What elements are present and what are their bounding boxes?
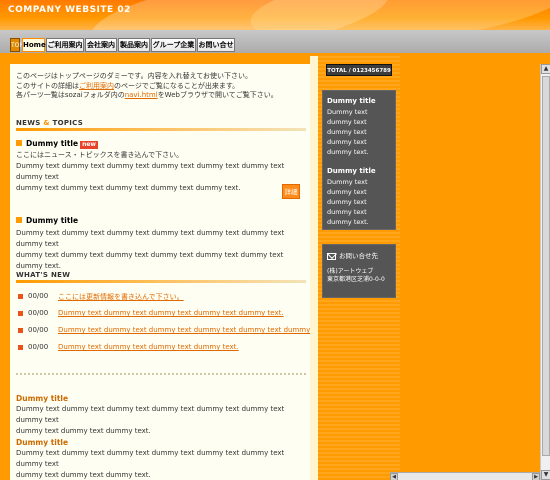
- news-link[interactable]: Dummy text dummy text dummy text dummy t…: [58, 343, 239, 351]
- dotted-divider: [16, 373, 306, 375]
- intro-line-2-post: のページでご覧になることが出来ます。: [114, 81, 240, 90]
- vertical-scrollbar[interactable]: ▲ ▼: [540, 64, 550, 480]
- new-badge: new: [80, 141, 98, 149]
- topic-1-title-text: Dummy title: [26, 139, 79, 148]
- news-date: 00/00: [28, 343, 49, 351]
- topic-2-title: Dummy title: [16, 216, 78, 225]
- contact-panel[interactable]: お問い合せ先 (株)アートウェブ 東京都港区芝浦0-0-0: [322, 244, 396, 298]
- whats-new-heading: WHAT'S NEW: [16, 271, 306, 283]
- news-row: 00/00 Dummy text dummy text dummy text d…: [16, 326, 329, 338]
- tab-company[interactable]: 会社案内: [85, 38, 117, 52]
- topic-2-line-2: dummy text dummy text dummy text dummy t…: [16, 251, 284, 270]
- header-swoosh-2: [247, 0, 550, 30]
- main-content: このページはトップページのダミーです。内容を入れ替えてお使い下さい。 このサイト…: [10, 64, 329, 480]
- news-topics-heading: NEWS & TOPICS: [16, 119, 306, 131]
- whats-new-heading-text: WHAT'S NEW: [16, 271, 71, 279]
- news-row: 00/00 ここには更新情報を書き込んで下さい。: [16, 292, 306, 304]
- scroll-down-arrow-icon[interactable]: ▼: [541, 470, 550, 480]
- bullet-icon: [18, 294, 23, 299]
- mail-icon: [327, 252, 336, 260]
- bottom-block-2-line-1: Dummy text dummy text dummy text dummy t…: [16, 449, 285, 468]
- scroll-left-arrow-icon[interactable]: ◀: [390, 473, 398, 480]
- news-date: 00/00: [28, 326, 49, 334]
- news-link[interactable]: Dummy text dummy text dummy text dummy t…: [58, 326, 329, 334]
- sidebar-title-1: Dummy title: [327, 97, 376, 105]
- bottom-block-1-line-2: dummy text dummy text dummy text.: [16, 427, 151, 435]
- content-right-strip: [310, 56, 318, 480]
- sidebar-text-1: Dummy text dummy text dummy text dummy t…: [327, 108, 369, 156]
- intro-text: このページはトップページのダミーです。内容を入れ替えてお使い下さい。 このサイト…: [16, 72, 306, 101]
- guide-link[interactable]: ご利用案内: [79, 82, 114, 90]
- bottom-block-1-title: Dummy title: [16, 394, 69, 403]
- square-bullet-icon: [16, 140, 22, 146]
- news-row: 00/00 Dummy text dummy text dummy text d…: [16, 309, 306, 321]
- topic-2-line-1: Dummy text dummy text dummy text dummy t…: [16, 229, 285, 248]
- square-bullet-icon: [16, 217, 22, 223]
- site-header: COMPANY WEBSITE 02: [0, 0, 550, 30]
- bullet-icon: [18, 328, 23, 333]
- bottom-block-1-line-1: Dummy text dummy text dummy text dummy t…: [16, 405, 285, 424]
- bottom-block-2-title: Dummy title: [16, 438, 69, 447]
- heading-bar: [16, 280, 306, 283]
- news-date: 00/00: [28, 309, 49, 317]
- news-date: 00/00: [28, 292, 49, 300]
- heading-news: NEWS: [16, 119, 41, 127]
- intro-line-3-post: をWebブラウザで開いてご覧下さい。: [157, 91, 278, 99]
- topic-1-line-1: ここにはニュース・トピックスを書き込んで下さい。: [16, 151, 184, 159]
- sidebar-text-2: Dummy text dummy text dummy text dummy t…: [327, 178, 369, 226]
- tab-home[interactable]: Home: [22, 38, 46, 52]
- tab-group[interactable]: グループ企業: [151, 38, 196, 52]
- horizontal-scrollbar[interactable]: ◀ ▶: [390, 472, 540, 480]
- news-link[interactable]: Dummy text dummy text dummy text dummy t…: [58, 309, 284, 317]
- topic-1-body: ここにはニュース・トピックスを書き込んで下さい。 Dummy text dumm…: [16, 150, 306, 194]
- sidebar-panel: Dummy title Dummy text dummy text dummy …: [322, 90, 396, 230]
- heading-amp: &: [43, 119, 50, 127]
- news-link[interactable]: ここには更新情報を書き込んで下さい。: [58, 292, 184, 302]
- intro-line-2-pre: このサイトの詳細は: [16, 81, 79, 90]
- contact-heading: お問い合せ先: [327, 250, 391, 260]
- topic-2-body: Dummy text dummy text dummy text dummy t…: [16, 228, 306, 272]
- visitor-counter: TOTAL / 0123456789: [326, 64, 392, 76]
- tab-products[interactable]: 製品案内: [118, 38, 150, 52]
- contact-heading-text: お問い合せ先: [339, 252, 378, 260]
- background-area: [400, 56, 540, 480]
- navi-link[interactable]: navi.html: [125, 91, 158, 99]
- news-row: 00/00 Dummy text dummy text dummy text d…: [16, 343, 306, 355]
- intro-line-3-pre: 各パーツ一覧はsozaiフォルダ内の: [16, 91, 125, 99]
- scroll-right-arrow-icon[interactable]: ▶: [532, 473, 540, 480]
- bottom-block-2-line-2: dummy text dummy text dummy text.: [16, 471, 151, 479]
- intro-line-2: このサイトの詳細はご利用案内のページでご覧になることが出来ます。: [16, 82, 306, 92]
- topic-1-line-2: Dummy text dummy text dummy text dummy t…: [16, 162, 285, 181]
- scroll-up-arrow-icon[interactable]: ▲: [541, 64, 550, 74]
- heading-topics: TOPICS: [52, 119, 84, 127]
- heading-bar: [16, 128, 306, 131]
- bullet-icon: [18, 311, 23, 316]
- detail-button[interactable]: 詳細: [282, 184, 300, 199]
- topic-1-line-3: dummy text dummy text dummy text dummy t…: [16, 184, 241, 192]
- tab-guide[interactable]: ご利用案内: [46, 38, 84, 52]
- bullet-icon: [18, 345, 23, 350]
- tab-contact[interactable]: お問い合せ: [197, 38, 235, 52]
- intro-line-1: このページはトップページのダミーです。内容を入れ替えてお使い下さい。: [16, 72, 253, 80]
- bottom-block-1-body: Dummy text dummy text dummy text dummy t…: [16, 404, 306, 437]
- scroll-thumb[interactable]: [542, 76, 550, 456]
- contact-company: (株)アートウェブ: [327, 268, 374, 275]
- sidebar-title-2: Dummy title: [327, 167, 376, 175]
- topic-1-title: Dummy title new: [16, 139, 98, 149]
- site-logo[interactable]: COMPANY WEBSITE 02: [8, 5, 131, 15]
- contact-address: 東京都港区芝浦0-0-0: [327, 276, 385, 283]
- sidebar: TOTAL / 0123456789 Dummy title Dummy tex…: [318, 56, 400, 480]
- home-icon[interactable]: TOP: [10, 38, 23, 52]
- topic-2-title-text: Dummy title: [26, 216, 79, 225]
- intro-line-3: 各パーツ一覧はsozaiフォルダ内のnavi.htmlをWebブラウザで開いてご…: [16, 91, 306, 101]
- bottom-block-2-body: Dummy text dummy text dummy text dummy t…: [16, 448, 306, 480]
